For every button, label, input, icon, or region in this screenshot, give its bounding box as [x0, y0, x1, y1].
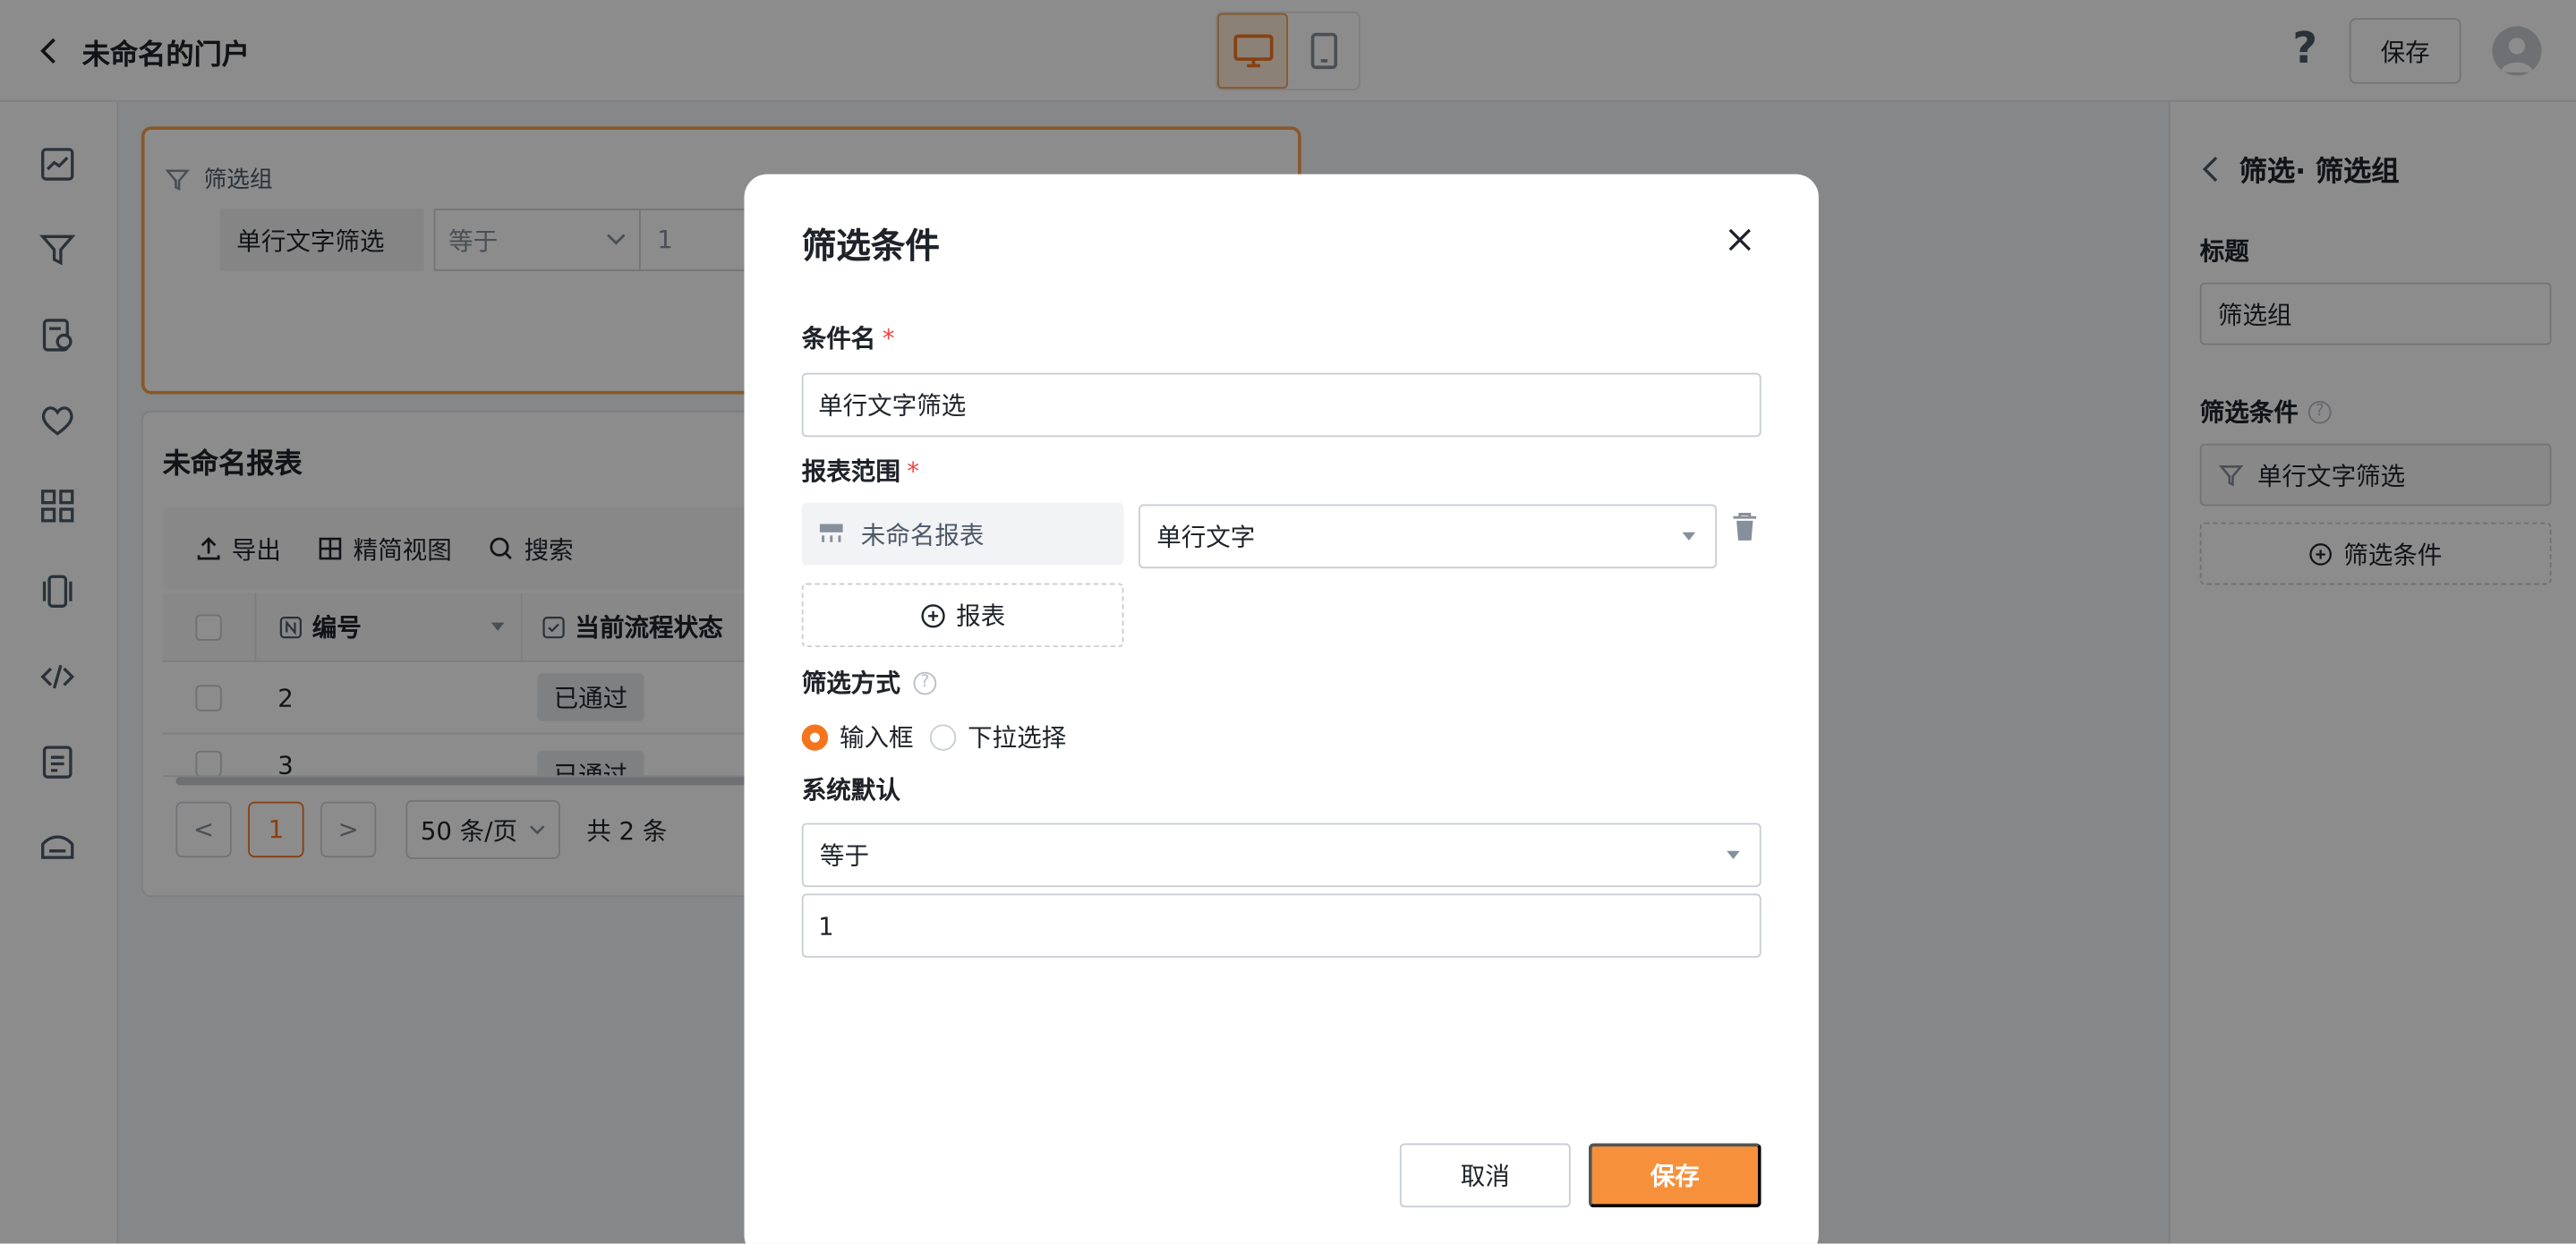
- trash-icon[interactable]: [1730, 511, 1760, 544]
- report-field-value: 单行文字: [1156, 522, 1256, 552]
- report-scope-report-name: 未命名报表: [860, 519, 985, 550]
- caret-down-icon: [1682, 532, 1696, 541]
- report-field-select[interactable]: 单行文字: [1139, 504, 1718, 569]
- default-operator-value: 等于: [819, 840, 870, 871]
- report-scope-label-row: 报表范围 *: [802, 454, 919, 489]
- close-icon[interactable]: [1723, 224, 1756, 257]
- filter-mode-label: 筛选方式: [801, 669, 900, 699]
- radio-input-box-label[interactable]: 输入框: [840, 720, 914, 754]
- report-icon: [819, 524, 843, 542]
- add-report-button[interactable]: 报表: [801, 583, 1124, 648]
- report-scope-report: 未命名报表: [801, 502, 1124, 566]
- add-report-label: 报表: [956, 601, 1006, 631]
- system-default-label: 系统默认: [801, 775, 900, 805]
- dialog-title: 筛选条件: [801, 226, 940, 267]
- required-mark: *: [882, 322, 895, 353]
- help-circle-icon[interactable]: ?: [913, 670, 937, 694]
- default-value-input[interactable]: 1: [801, 893, 1761, 959]
- plus-circle-icon: [921, 603, 945, 627]
- radio-dropdown[interactable]: [929, 723, 957, 750]
- report-scope-label: 报表范围: [801, 456, 900, 487]
- radio-dropdown-label[interactable]: 下拉选择: [968, 720, 1066, 754]
- filter-mode-radio-group: 输入框 下拉选择: [801, 720, 1066, 754]
- filter-condition-dialog: 筛选条件 条件名 * 单行文字筛选 报表范围 * 未命名报表 单行文字 报表 筛选方…: [744, 174, 1819, 1244]
- condition-name-input[interactable]: 单行文字筛选: [801, 372, 1761, 438]
- condition-name-label-row: 条件名 *: [802, 320, 895, 355]
- filter-mode-label-row: 筛选方式 ?: [802, 665, 937, 700]
- default-operator-select[interactable]: 等于: [801, 822, 1761, 888]
- caret-down-icon: [1727, 850, 1740, 859]
- app-root: 未命名的门户 ? 保存 筛选组 单行文字筛选 等于 1 未命名报表 导出 精简视…: [0, 0, 2576, 1244]
- cancel-button[interactable]: 取消: [1399, 1143, 1571, 1208]
- required-mark: *: [907, 456, 919, 486]
- save-button[interactable]: 保存: [1588, 1143, 1761, 1208]
- radio-input-box[interactable]: [801, 723, 829, 750]
- condition-name-label: 条件名: [801, 323, 876, 354]
